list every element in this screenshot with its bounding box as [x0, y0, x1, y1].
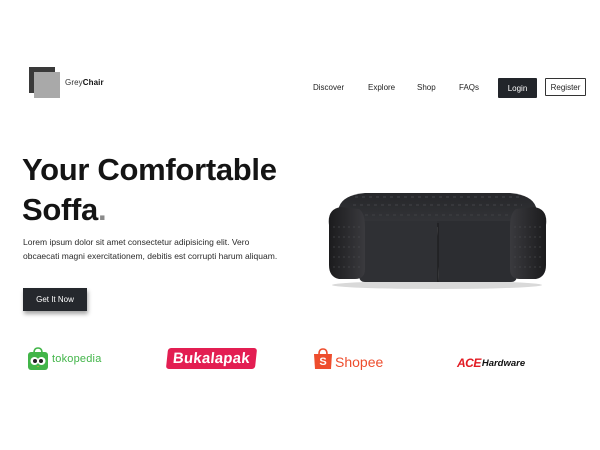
- hero-title-line-2: Soffa.: [22, 190, 277, 230]
- register-button[interactable]: Register: [545, 78, 586, 96]
- hero-title-line-1: Your Comfortable: [22, 152, 277, 187]
- hero-title-word: Soffa: [22, 192, 99, 227]
- hero-description: Lorem ipsum dolor sit amet consectetur a…: [23, 237, 278, 261]
- shopee-bag-icon: S: [314, 348, 332, 369]
- shopee-wordmark: Shopee: [335, 354, 384, 370]
- tokopedia-bag-icon: [28, 347, 48, 370]
- hero-title-dot: .: [98, 192, 107, 227]
- svg-text:S: S: [319, 356, 326, 368]
- nav-link-discover[interactable]: Discover: [313, 83, 344, 92]
- tokopedia-logo[interactable]: tokopedia: [27, 347, 102, 371]
- nav-link-explore[interactable]: Explore: [368, 83, 395, 92]
- nav-link-faqs[interactable]: FAQs: [459, 83, 479, 92]
- sofa-image: [328, 193, 547, 289]
- shopee-logo[interactable]: S Shopee: [313, 348, 383, 370]
- bukalapak-wordmark: Bukalapak: [165, 348, 257, 369]
- nav-link-shop[interactable]: Shop: [417, 83, 436, 92]
- ace-wordmark: ACE: [457, 356, 481, 370]
- login-button[interactable]: Login: [498, 78, 537, 98]
- hero-title: Your Comfortable Soffa.: [22, 150, 277, 230]
- ace-hardware-wordmark: Hardware: [481, 357, 526, 369]
- tokopedia-wordmark: tokopedia: [52, 353, 102, 365]
- ace-hardware-logo[interactable]: ACE Hardware: [457, 356, 525, 370]
- bukalapak-logo[interactable]: Bukalapak: [165, 348, 257, 369]
- get-it-now-button[interactable]: Get It Now: [23, 288, 87, 311]
